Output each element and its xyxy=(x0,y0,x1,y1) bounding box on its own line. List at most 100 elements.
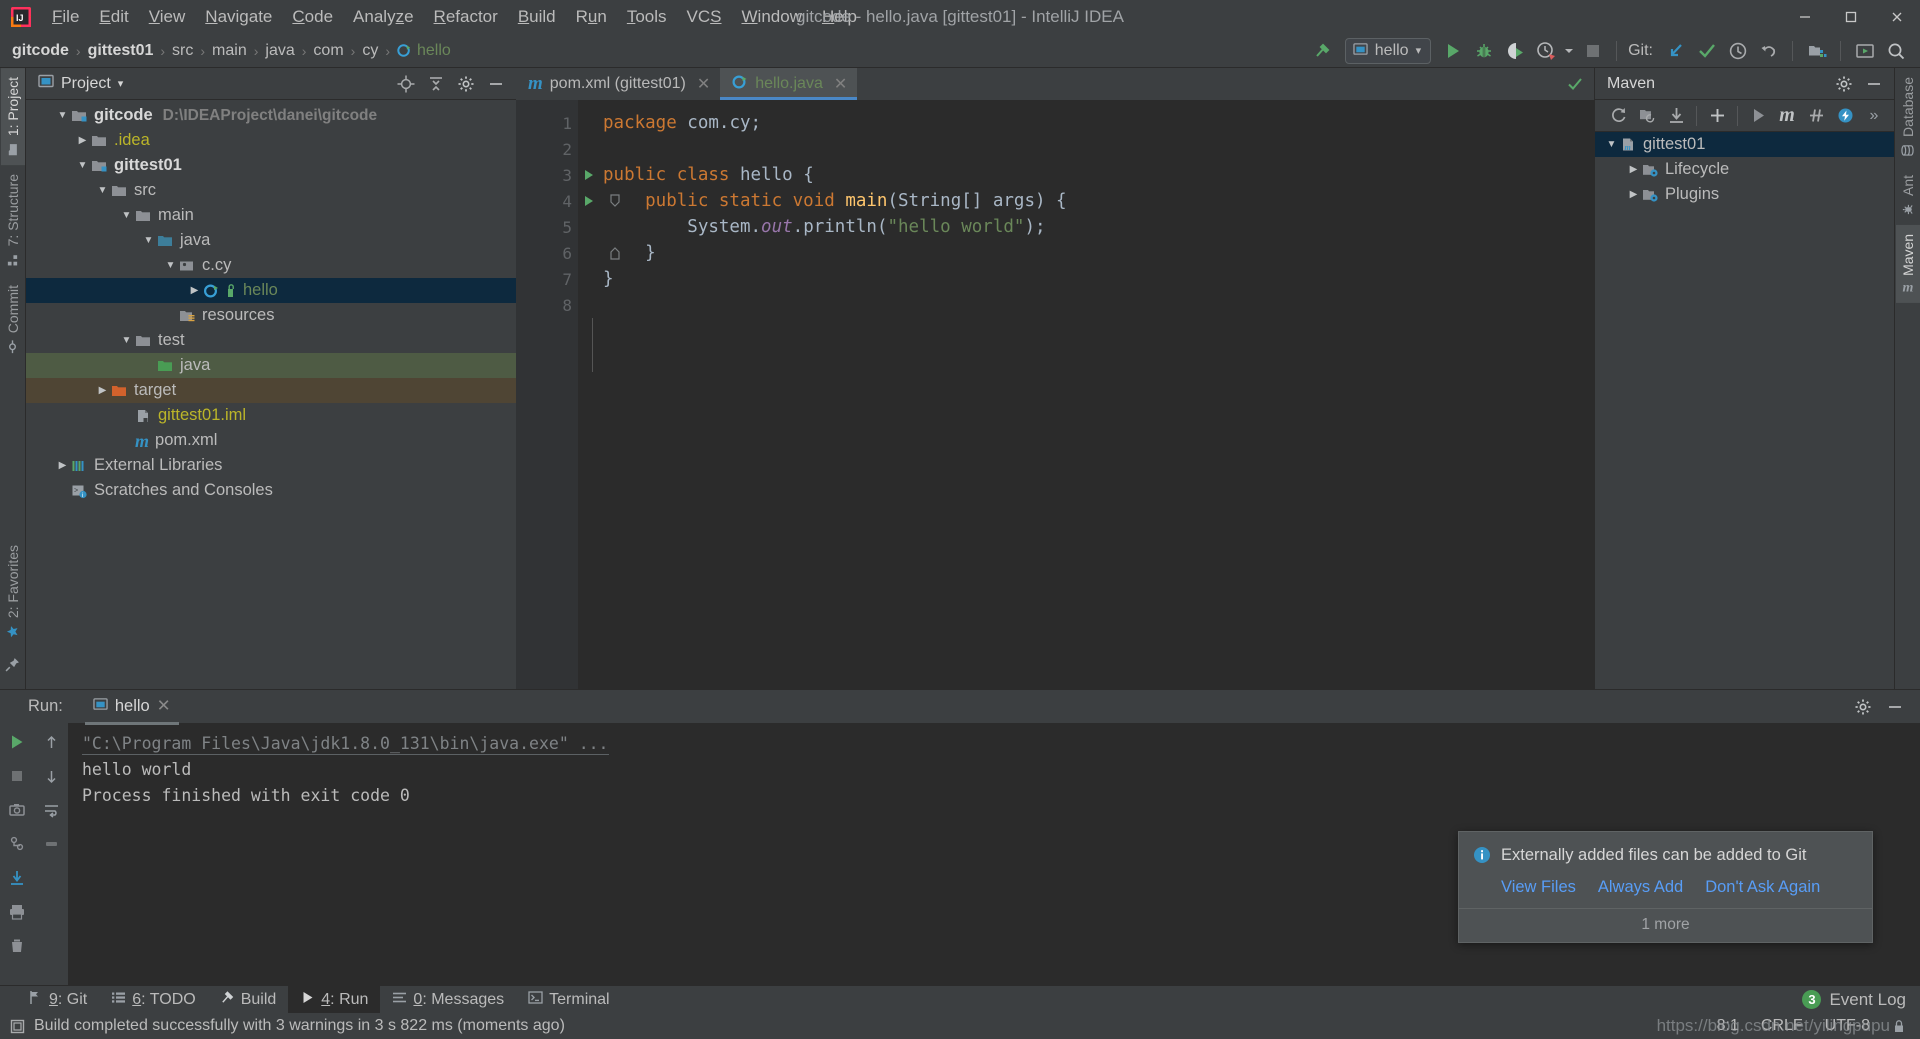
bottom-tab-run[interactable]: 4: Run xyxy=(288,986,381,1013)
sidebar-item-project[interactable]: 1: Project xyxy=(0,68,25,166)
settings-icon[interactable] xyxy=(453,72,479,96)
stop-button[interactable] xyxy=(1578,37,1607,64)
tree-row-target[interactable]: ▶ target xyxy=(26,378,516,403)
expand-arrow-icon[interactable]: ▶ xyxy=(1625,164,1642,175)
export-icon[interactable] xyxy=(4,865,30,891)
menu-vcs[interactable]: VCS xyxy=(677,4,732,30)
expand-arrow-icon[interactable]: ▼ xyxy=(74,160,91,171)
sidebar-item-favorites[interactable]: 2: Favorites xyxy=(1,531,25,647)
expand-arrow-icon[interactable]: ▼ xyxy=(140,235,157,246)
history-icon[interactable] xyxy=(1723,37,1752,64)
minimize-button[interactable] xyxy=(1782,0,1828,34)
expand-arrow-icon[interactable]: ▼ xyxy=(162,260,179,271)
close-icon[interactable]: ✕ xyxy=(697,74,710,94)
tree-row-scratches[interactable]: > i Scratches and Consoles xyxy=(26,478,516,503)
editor-tab-hello-java[interactable]: hello.java ✕ xyxy=(720,68,858,100)
close-button[interactable] xyxy=(1874,0,1920,34)
bottom-tab-build[interactable]: Build xyxy=(208,986,289,1013)
event-log-label[interactable]: Event Log xyxy=(1829,990,1906,1010)
inspection-status-icon[interactable] xyxy=(1566,68,1594,100)
run-configuration-selector[interactable]: hello ▾ xyxy=(1344,37,1432,64)
scroll-up-icon[interactable] xyxy=(38,729,64,755)
commit-button[interactable] xyxy=(1692,37,1721,64)
update-project-button[interactable] xyxy=(1661,37,1690,64)
menu-build[interactable]: Build xyxy=(508,4,566,30)
sidebar-item-database[interactable]: Database xyxy=(1896,68,1920,166)
bottom-tab-git[interactable]: 9: Git xyxy=(16,986,99,1013)
expand-arrow-icon[interactable]: ▼ xyxy=(118,335,135,346)
download-sources-icon[interactable] xyxy=(1663,104,1689,128)
sidebar-item-ant[interactable]: Ant xyxy=(1896,166,1920,225)
hide-icon[interactable] xyxy=(1861,72,1887,96)
pin-icon[interactable] xyxy=(5,657,20,689)
screenshot-icon[interactable] xyxy=(4,797,30,823)
debug-button[interactable] xyxy=(1469,37,1498,64)
generate-sources-icon[interactable] xyxy=(1634,104,1660,128)
notification-more[interactable]: 1 more xyxy=(1459,908,1872,942)
menu-refactor[interactable]: Refactor xyxy=(424,4,508,30)
rerun-icon[interactable] xyxy=(4,729,30,755)
sidebar-item-maven[interactable]: m Maven xyxy=(1895,224,1920,303)
editor-tab-pom-xml[interactable]: m pom.xml (gittest01) ✕ xyxy=(516,68,721,100)
always-add-link[interactable]: Always Add xyxy=(1598,878,1683,897)
scroll-down-icon[interactable] xyxy=(38,763,64,789)
scroll-to-end-icon[interactable] xyxy=(38,831,64,857)
hide-icon[interactable] xyxy=(1882,695,1908,719)
expand-arrow-icon[interactable]: ▶ xyxy=(94,385,111,396)
toggle-offline-icon[interactable] xyxy=(1832,104,1858,128)
close-icon[interactable]: ✕ xyxy=(157,696,171,716)
expand-arrow-icon[interactable]: ▶ xyxy=(54,460,71,471)
tree-row-external-libraries[interactable]: ▶ External Libraries xyxy=(26,453,516,478)
menu-help[interactable]: Help xyxy=(812,4,867,30)
view-files-link[interactable]: View Files xyxy=(1501,878,1576,897)
editor-gutter[interactable]: 1 2 3 4 5 6 7 8 xyxy=(516,100,620,689)
tree-row-pom-xml[interactable]: m pom.xml xyxy=(26,428,516,453)
tree-row-java-source[interactable]: ▼ java xyxy=(26,228,516,253)
expand-arrow-icon[interactable]: ▼ xyxy=(118,210,135,221)
run-tab-hello[interactable]: hello ✕ xyxy=(84,691,179,725)
expand-arrow-icon[interactable]: ▼ xyxy=(1603,139,1620,150)
tree-row-package-ccy[interactable]: ▼ c.cy xyxy=(26,253,516,278)
bottom-tab-terminal[interactable]: Terminal xyxy=(516,986,621,1013)
expand-arrow-icon[interactable]: ▶ xyxy=(186,285,203,296)
maven-tree-row-gittest01[interactable]: ▼ m gittest01 xyxy=(1595,132,1894,157)
menu-window[interactable]: Window xyxy=(732,4,812,30)
profiler-dropdown-button[interactable] xyxy=(1562,37,1576,64)
breadcrumb-cy[interactable]: cy xyxy=(362,42,378,60)
breadcrumb-gittest01[interactable]: gittest01 xyxy=(88,42,154,60)
tree-row-hello-class[interactable]: ▶ hello xyxy=(26,278,516,303)
add-icon[interactable] xyxy=(1704,104,1730,128)
maven-goal-icon[interactable]: m xyxy=(1774,104,1800,128)
expand-arrow-icon[interactable]: ▼ xyxy=(54,110,71,121)
tree-row-idea[interactable]: ▶ .idea xyxy=(26,128,516,153)
notification-balloon[interactable]: Externally added files can be added to G… xyxy=(1458,831,1873,943)
maven-tree[interactable]: ▼ m gittest01 ▶ Lifecycle ▶ Plugins xyxy=(1595,132,1894,689)
menu-file[interactable]: File xyxy=(42,4,89,30)
tree-row-gitcode[interactable]: ▼ gitcode D:\IDEAProject\danei\gitcode xyxy=(26,103,516,128)
settings-icon[interactable] xyxy=(1850,695,1876,719)
maven-tree-row-lifecycle[interactable]: ▶ Lifecycle xyxy=(1595,157,1894,182)
sidebar-item-structure[interactable]: 7: Structure xyxy=(1,165,25,275)
breadcrumb-com[interactable]: com xyxy=(313,42,343,60)
code-editor[interactable]: package com.cy; public class hello { pub… xyxy=(578,100,1578,689)
bottom-tab-messages[interactable]: 0: Messages xyxy=(380,986,516,1013)
tree-row-iml-file[interactable]: gittest01.iml xyxy=(26,403,516,428)
tree-row-java-test-source[interactable]: java xyxy=(26,353,516,378)
menu-code[interactable]: Code xyxy=(282,4,343,30)
tree-row-main[interactable]: ▼ main xyxy=(26,203,516,228)
dont-ask-again-link[interactable]: Don't Ask Again xyxy=(1705,878,1820,897)
expand-arrow-icon[interactable]: ▶ xyxy=(74,135,91,146)
print-icon[interactable] xyxy=(4,899,30,925)
settings-icon[interactable] xyxy=(1831,72,1857,96)
tree-row-gittest01[interactable]: ▼ gittest01 xyxy=(26,153,516,178)
expand-arrow-icon[interactable]: ▼ xyxy=(94,185,111,196)
breadcrumb-gitcode[interactable]: gitcode xyxy=(12,42,69,60)
run-button[interactable] xyxy=(1438,37,1467,64)
breadcrumb-src[interactable]: src xyxy=(172,42,193,60)
maximize-button[interactable] xyxy=(1828,0,1874,34)
event-log-area[interactable]: 3 Event Log xyxy=(1802,986,1920,1013)
breadcrumb-java[interactable]: java xyxy=(265,42,294,60)
search-everywhere-icon[interactable] xyxy=(1881,37,1910,64)
profiler-button[interactable] xyxy=(1531,37,1560,64)
breadcrumb-main[interactable]: main xyxy=(212,42,247,60)
